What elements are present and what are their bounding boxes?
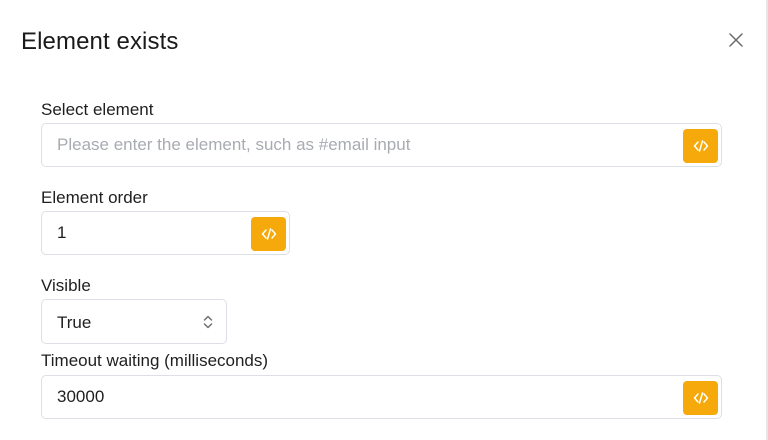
chevron-up-down-icon <box>203 315 213 329</box>
code-icon <box>693 392 708 404</box>
timeout-field <box>41 375 722 419</box>
timeout-code-button[interactable] <box>683 381 718 415</box>
visible-selected-value: True <box>57 313 92 332</box>
timeout-label: Timeout waiting (milliseconds) <box>41 351 269 370</box>
select-element-input[interactable] <box>57 124 677 166</box>
select-element-code-button[interactable] <box>683 129 718 163</box>
timeout-input[interactable] <box>57 376 677 418</box>
element-order-label: Element order <box>41 188 148 207</box>
dialog-title: Element exists <box>21 28 179 55</box>
element-order-code-button[interactable] <box>251 217 286 251</box>
element-order-field <box>41 211 290 255</box>
select-element-label: Select element <box>41 100 154 119</box>
code-icon <box>261 228 276 240</box>
select-element-field <box>41 123 722 167</box>
element-order-input[interactable] <box>57 212 247 254</box>
close-icon <box>729 33 743 47</box>
close-button[interactable] <box>724 28 748 52</box>
code-icon <box>693 140 708 152</box>
element-exists-dialog: Element exists Select element Element or… <box>0 0 768 440</box>
visible-label: Visible <box>41 276 91 295</box>
visible-select[interactable]: True <box>41 299 227 344</box>
